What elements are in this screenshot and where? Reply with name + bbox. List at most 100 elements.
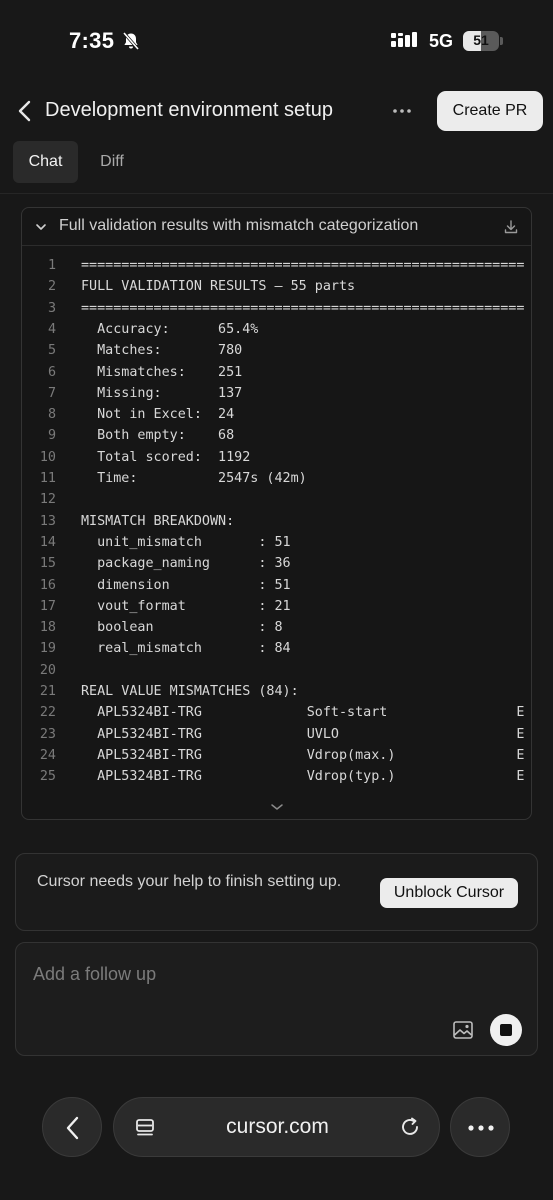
collapse-chevron-icon[interactable]: [35, 221, 47, 233]
code-line: 12: [22, 489, 531, 510]
line-number: 21: [39, 684, 56, 699]
line-number: 9: [47, 428, 56, 444]
code-line: 20: [22, 660, 531, 681]
code-block-title: Full validation results with mismatch ca…: [59, 217, 419, 234]
line-text: APL5324BI-TRG UVLO E: [81, 726, 525, 742]
code-line: 10 Total scored: 1192: [22, 447, 531, 468]
back-chevron-icon[interactable]: [14, 98, 36, 124]
create-pr-button[interactable]: Create PR: [437, 91, 543, 131]
line-text: dimension : 51: [81, 577, 291, 593]
line-text: real_mismatch : 84: [81, 641, 291, 657]
line-number: 14: [39, 534, 56, 550]
line-number: 5: [47, 343, 56, 359]
followup-input[interactable]: [33, 961, 513, 987]
line-number: 3: [47, 300, 56, 316]
code-line: 3 =======================================…: [22, 298, 531, 319]
line-number: 17: [39, 598, 56, 614]
tab-chat[interactable]: Chat: [13, 141, 78, 183]
unblock-banner: Cursor needs your help to finish setting…: [15, 853, 538, 931]
tabs-divider: [0, 193, 553, 194]
followup-composer: [15, 942, 538, 1056]
line-text: Matches: 780: [81, 343, 243, 359]
line-text: FULL VALIDATION RESULTS — 55 parts: [81, 279, 356, 295]
code-line: 14 unit_mismatch : 51: [22, 532, 531, 553]
code-line: 21 REAL VALUE MISMATCHES (84):: [22, 681, 531, 702]
line-text: Total scored: 1192: [81, 449, 251, 465]
code-line: 19 real_mismatch : 84: [22, 638, 531, 659]
line-number: 13: [39, 513, 56, 529]
code-line: 9 Both empty: 68: [22, 425, 531, 446]
stop-icon: [500, 1024, 512, 1036]
back-arrow-icon: [66, 1116, 79, 1140]
url-text: cursor.com: [226, 1115, 329, 1138]
code-line: 24 APL5324BI-TRG Vdrop(max.) E: [22, 745, 531, 766]
line-text: MISMATCH BREAKDOWN:: [81, 513, 235, 529]
line-text: Not in Excel: 24: [81, 407, 235, 423]
address-bar[interactable]: cursor.com: [113, 1097, 440, 1157]
line-number: 2: [47, 279, 56, 295]
line-text: Missing: 137: [81, 385, 243, 401]
line-number: 19: [39, 641, 56, 657]
code-block-header[interactable]: Full validation results with mismatch ca…: [22, 208, 531, 246]
stop-button[interactable]: [490, 1014, 522, 1046]
code-line: 4 Accuracy: 65.4%: [22, 319, 531, 340]
more-dots-icon: [468, 1125, 494, 1131]
line-number: 16: [39, 577, 56, 593]
code-line: 17 vout_format : 21: [22, 596, 531, 617]
line-number: 12: [39, 492, 56, 508]
network-type: 5G: [429, 31, 454, 51]
code-line: 13 MISMATCH BREAKDOWN:: [22, 511, 531, 532]
code-line: 5 Matches: 780: [22, 340, 531, 361]
code-line: 18 boolean : 8: [22, 617, 531, 638]
code-line: 8 Not in Excel: 24: [22, 404, 531, 425]
more-options-icon[interactable]: [388, 100, 416, 122]
line-text: ========================================…: [81, 258, 525, 273]
line-number: 23: [39, 726, 56, 742]
line-number: 8: [47, 407, 56, 423]
line-number: 1: [47, 258, 56, 273]
line-text: package_naming : 36: [81, 556, 291, 572]
browser-back-button[interactable]: [42, 1097, 102, 1157]
line-number: 7: [47, 385, 56, 401]
line-text: Accuracy: 65.4%: [81, 321, 259, 337]
battery-icon: 51: [463, 31, 503, 51]
tab-diff[interactable]: Diff: [84, 141, 140, 183]
expand-chevron-icon[interactable]: [270, 802, 284, 812]
code-content[interactable]: 1 =======================================…: [22, 255, 531, 795]
line-text: APL5324BI-TRG Soft-start E: [81, 705, 525, 721]
browser-more-button[interactable]: [450, 1097, 510, 1157]
download-icon[interactable]: [503, 219, 519, 235]
line-number: 22: [39, 705, 56, 721]
cellular-signal-icon: [391, 32, 417, 47]
code-line: 11 Time: 2547s (42m): [22, 468, 531, 489]
line-number: 6: [47, 364, 56, 380]
line-text: unit_mismatch : 51: [81, 534, 291, 550]
code-line: 25 APL5324BI-TRG Vdrop(typ.) E: [22, 766, 531, 787]
status-time: 7:35: [69, 28, 115, 53]
page-title: Development environment setup: [45, 99, 333, 121]
code-line: 23 APL5324BI-TRG UVLO E: [22, 724, 531, 745]
line-number: 25: [39, 769, 56, 785]
code-line: 2 FULL VALIDATION RESULTS — 55 parts: [22, 276, 531, 297]
line-text: ========================================…: [81, 300, 525, 316]
battery-level: 51: [473, 32, 489, 48]
code-line: 22 APL5324BI-TRG Soft-start E: [22, 702, 531, 723]
reload-icon[interactable]: [399, 1116, 421, 1138]
line-text: Mismatches: 251: [81, 364, 243, 380]
bell-slash-icon: [122, 32, 140, 50]
line-number: 24: [39, 747, 56, 763]
line-text: vout_format : 21: [81, 598, 291, 614]
status-bar: 7:35 5G 51: [0, 0, 553, 80]
banner-message: Cursor needs your help to finish setting…: [37, 873, 342, 890]
line-text: Time: 2547s (42m): [81, 471, 307, 486]
code-line: 1 =======================================…: [22, 255, 531, 276]
unblock-cursor-button[interactable]: Unblock Cursor: [380, 878, 518, 908]
code-line: 16 dimension : 51: [22, 575, 531, 596]
line-text: Both empty: 68: [81, 428, 235, 444]
line-number: 11: [39, 471, 56, 486]
image-attach-icon[interactable]: [453, 1021, 473, 1039]
code-line: 7 Missing: 137: [22, 383, 531, 404]
code-line: 6 Mismatches: 251: [22, 362, 531, 383]
line-text: REAL VALUE MISMATCHES (84):: [81, 684, 299, 699]
line-number: 4: [47, 321, 56, 337]
